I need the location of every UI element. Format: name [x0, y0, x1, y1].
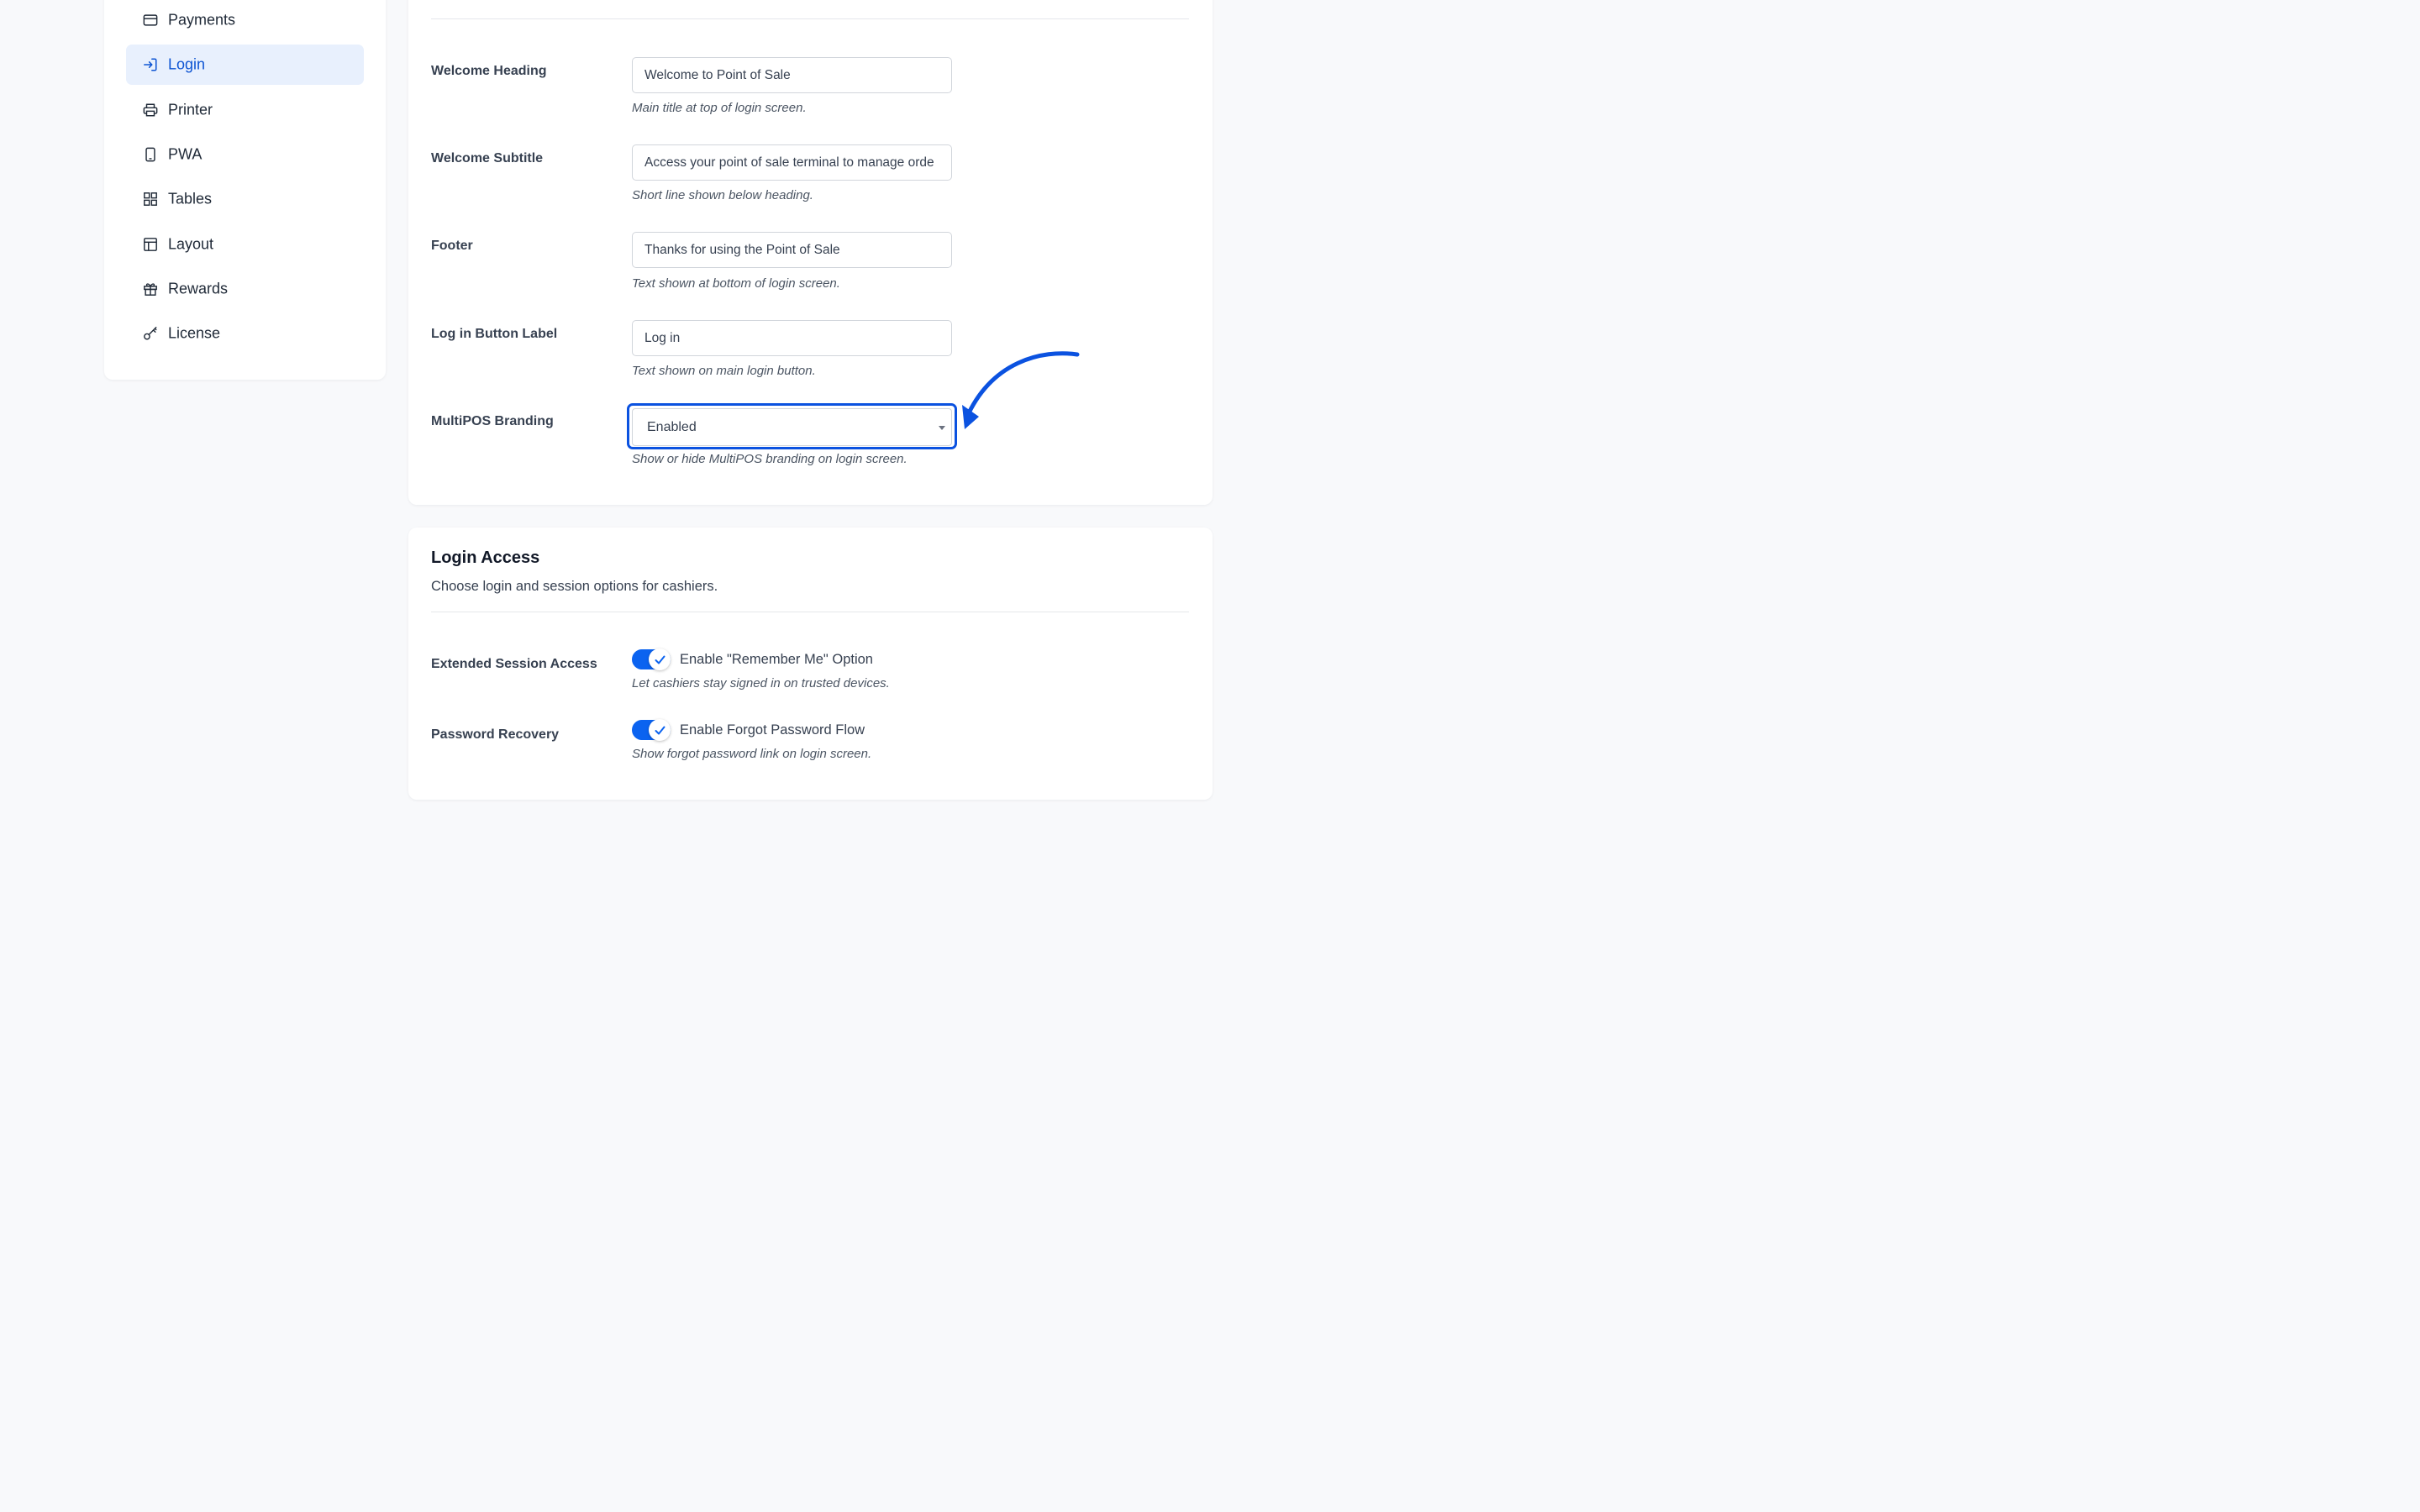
sidebar-item-label: Login — [168, 55, 206, 73]
checkmark-icon — [655, 655, 665, 664]
toggle-knob — [649, 719, 671, 741]
settings-sidebar: Payments Login Printer PWA Tables Layout… — [104, 0, 386, 380]
welcome-subtitle-input[interactable] — [632, 144, 952, 181]
footer-input[interactable] — [632, 232, 952, 268]
extended-session-label: Extended Session Access — [431, 657, 597, 671]
sidebar-item-printer[interactable]: Printer — [126, 90, 364, 130]
login-access-card: Login Access Choose login and session op… — [408, 528, 1213, 800]
sidebar-item-label: License — [168, 324, 221, 342]
forgot-password-toggle[interactable] — [632, 719, 671, 741]
credit-card-icon — [143, 14, 158, 26]
checkmark-icon — [655, 726, 665, 734]
select-value: Enabled — [647, 419, 697, 434]
welcome-subtitle-help: Short line shown below heading. — [632, 188, 813, 202]
login-button-label-input[interactable] — [632, 320, 952, 356]
welcome-heading-help: Main title at top of login screen. — [632, 101, 807, 115]
sidebar-item-label: Rewards — [168, 280, 229, 297]
sidebar-item-label: Tables — [168, 190, 213, 207]
login-button-label-label: Log in Button Label — [431, 327, 558, 341]
multipos-branding-select[interactable]: Enabled — [632, 408, 952, 446]
welcome-subtitle-label: Welcome Subtitle — [431, 151, 544, 165]
mobile-device-icon — [145, 147, 155, 162]
key-icon — [144, 327, 157, 340]
forgot-password-toggle-label: Enable Forgot Password Flow — [680, 722, 865, 738]
login-icon — [144, 58, 157, 71]
welcome-heading-input[interactable] — [632, 57, 952, 93]
sidebar-item-login[interactable]: Login — [126, 45, 364, 85]
sidebar-item-label: Layout — [168, 235, 214, 253]
sidebar-item-label: Payments — [168, 11, 236, 29]
password-recovery-label: Password Recovery — [431, 727, 560, 742]
sidebar-item-label: PWA — [168, 145, 203, 163]
sidebar-item-tables[interactable]: Tables — [126, 179, 364, 219]
sidebar-item-payments[interactable]: Payments — [126, 0, 364, 40]
remember-me-toggle-label: Enable "Remember Me" Option — [680, 652, 873, 667]
sidebar-item-layout[interactable]: Layout — [126, 224, 364, 265]
section-title: Login Access — [431, 549, 540, 567]
multipos-branding-label: MultiPOS Branding — [431, 414, 554, 428]
layout-icon — [144, 238, 157, 251]
sidebar-item-pwa[interactable]: PWA — [126, 134, 364, 175]
remember-me-toggle[interactable] — [632, 648, 671, 670]
section-subtitle: Choose login and session options for cas… — [431, 579, 718, 594]
welcome-heading-label: Welcome Heading — [431, 64, 547, 78]
section-divider — [431, 18, 1189, 19]
sidebar-item-label: Printer — [168, 101, 213, 118]
chevron-down-icon — [939, 426, 945, 430]
footer-help: Text shown at bottom of login screen. — [632, 276, 840, 291]
login-screen-settings-card: Welcome Heading Main title at top of log… — [408, 0, 1213, 505]
login-button-label-help: Text shown on main login button. — [632, 364, 816, 378]
gift-icon — [144, 283, 157, 296]
sidebar-item-rewards[interactable]: Rewards — [126, 269, 364, 309]
footer-label: Footer — [431, 239, 473, 253]
forgot-password-help: Show forgot password link on login scree… — [632, 747, 872, 761]
toggle-knob — [649, 648, 671, 670]
printer-icon — [143, 103, 158, 117]
remember-me-help: Let cashiers stay signed in on trusted d… — [632, 676, 890, 690]
grid-icon — [144, 192, 157, 206]
multipos-branding-help: Show or hide MultiPOS branding on login … — [632, 452, 908, 466]
sidebar-item-license[interactable]: License — [126, 313, 364, 354]
annotation-arrow-icon — [962, 351, 1080, 429]
